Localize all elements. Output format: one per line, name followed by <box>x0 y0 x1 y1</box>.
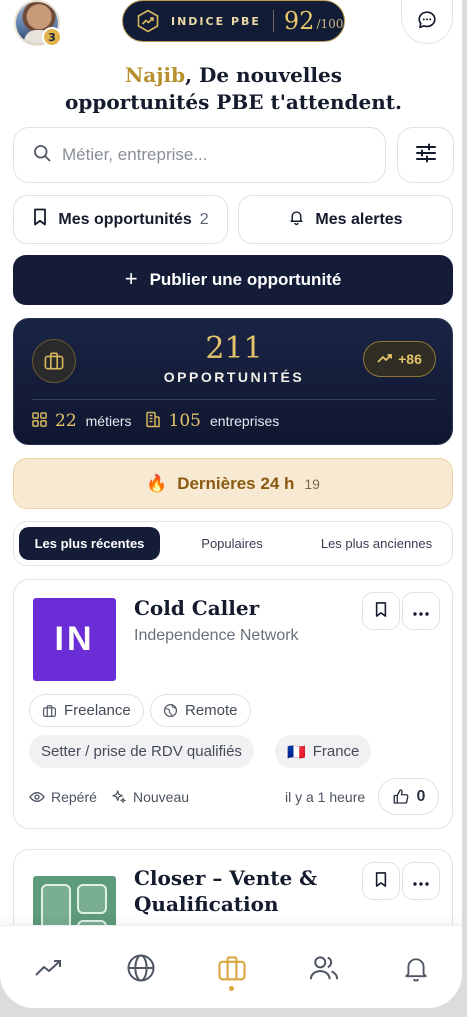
france-flag-icon: 🇫🇷 <box>287 743 306 761</box>
trending-hexagon-icon <box>135 8 161 34</box>
stats-breakdown: 22 métiers 105 entreprises <box>32 409 279 433</box>
plus-icon: + <box>124 266 138 291</box>
my-alerts-label: Mes alertes <box>315 210 403 228</box>
tag-label: Remote <box>185 702 238 719</box>
tag-label: France <box>312 743 360 760</box>
publish-label: Publier une opportunité <box>149 270 342 289</box>
tag-contract-type: Freelance <box>29 694 144 727</box>
search-input[interactable] <box>62 145 362 165</box>
pbe-index-max: /100 <box>316 17 344 31</box>
tab-most-recent[interactable]: Les plus récentes <box>19 527 160 560</box>
thumbs-up-icon <box>393 788 408 804</box>
trend-badge: +86 <box>363 341 436 377</box>
my-opportunities-label: Mes opportunités <box>58 210 192 228</box>
fire-icon: 🔥 <box>146 473 168 493</box>
companies-count: 105 <box>168 411 201 431</box>
opportunity-title: Cold Caller <box>134 596 260 620</box>
bookmark-icon <box>374 601 388 622</box>
sort-tabs: Les plus récentes Populaires Les plus an… <box>13 521 453 566</box>
tag-label: Setter / prise de RDV qualifiés <box>41 743 242 760</box>
latest-count: 19 <box>304 475 320 492</box>
spotted-indicator: Repéré <box>29 787 97 807</box>
opportunity-card[interactable]: IN Cold Caller Independence Network Free… <box>13 579 453 829</box>
sliders-icon <box>414 141 438 169</box>
jobs-label: métiers <box>85 413 132 429</box>
latest-label: Dernières 24 h <box>177 473 295 493</box>
more-horizontal-icon <box>412 602 430 621</box>
tag-category: Setter / prise de RDV qualifiés <box>29 735 254 768</box>
bookmark-icon <box>32 208 58 231</box>
new-label: Nouveau <box>133 789 190 805</box>
avatar-level-badge: 3 <box>42 27 62 47</box>
publish-opportunity-button[interactable]: + Publier une opportunité <box>13 255 453 305</box>
posted-time: il y a 1 heure <box>285 789 366 805</box>
more-options-button[interactable] <box>402 862 440 900</box>
bottom-navigation <box>0 925 462 1008</box>
opportunities-stats-card: 211 OPPORTUNITÉS +86 22 métiers 105 entr… <box>13 318 453 445</box>
my-opportunities-button[interactable]: Mes opportunités 2 <box>13 195 228 244</box>
users-icon <box>309 956 339 980</box>
filters-button[interactable] <box>397 127 454 183</box>
trending-up-icon <box>377 351 398 367</box>
nav-community[interactable] <box>304 948 344 988</box>
my-alerts-button[interactable]: Mes alertes <box>238 195 453 244</box>
nav-notifications[interactable] <box>396 948 436 988</box>
trending-icon <box>35 960 61 976</box>
stats-divider <box>32 399 436 400</box>
my-opportunities-count: 2 <box>199 210 209 228</box>
nav-explore[interactable] <box>121 948 161 988</box>
pbe-index-score: 92 <box>283 7 315 35</box>
company-logo: IN <box>33 598 116 681</box>
pbe-index-pill[interactable]: INDICE PBE 92 /100 <box>122 0 345 42</box>
search-bar <box>13 127 386 183</box>
messages-button[interactable] <box>401 0 453 44</box>
building-icon <box>145 411 161 431</box>
more-options-button[interactable] <box>402 592 440 630</box>
new-indicator: Nouveau <box>111 787 189 807</box>
opportunity-title: Closer – Vente & Qualification <box>134 865 354 917</box>
tab-popular[interactable]: Populaires <box>166 527 298 560</box>
greeting-line-1: Najib, De nouvelles <box>0 62 462 89</box>
company-name: Independence Network <box>134 627 299 644</box>
user-name: Najib <box>125 63 186 87</box>
greeting-text: , De nouvelles <box>185 63 342 87</box>
opportunity-title-line-1: Closer – Vente & <box>134 866 318 890</box>
bookmark-icon <box>374 871 388 892</box>
latest-24h-banner[interactable]: 🔥 Dernières 24 h 19 <box>13 458 453 509</box>
bell-icon <box>288 208 315 231</box>
nav-trending[interactable] <box>29 948 69 988</box>
sparkle-icon <box>112 790 127 804</box>
tag-country: 🇫🇷 France <box>275 735 372 768</box>
eye-icon <box>29 791 45 803</box>
top-bar: 3 INDICE PBE 92 /100 <box>0 0 462 56</box>
search-icon <box>32 143 52 167</box>
active-nav-indicator <box>229 986 234 991</box>
app-screen: 3 INDICE PBE 92 /100 Najib, De nouvelles… <box>0 0 462 1008</box>
jobs-count: 22 <box>55 411 77 431</box>
pbe-index-label: INDICE PBE <box>171 14 261 28</box>
nav-opportunities[interactable] <box>212 948 252 988</box>
briefcase-icon <box>218 956 246 981</box>
bell-icon <box>405 958 427 982</box>
briefcase-icon <box>42 704 57 717</box>
like-count: 0 <box>416 787 426 805</box>
companies-label: entreprises <box>210 413 280 429</box>
more-horizontal-icon <box>412 872 430 891</box>
greeting-heading: Najib, De nouvelles opportunités PBE t'a… <box>0 62 462 116</box>
pbe-divider <box>272 10 274 32</box>
grid-icon <box>32 412 47 430</box>
globe-icon <box>163 703 178 718</box>
greeting-line-2: opportunités PBE t'attendent. <box>65 90 402 114</box>
bookmark-button[interactable] <box>362 592 400 630</box>
like-button[interactable]: 0 <box>378 778 439 815</box>
trend-value: +86 <box>398 351 422 367</box>
opportunity-title-line-2: Qualification <box>134 892 279 916</box>
chat-bubble-icon <box>416 9 438 35</box>
bookmark-button[interactable] <box>362 862 400 900</box>
tag-work-mode: Remote <box>150 694 251 727</box>
spotted-label: Repéré <box>51 789 97 805</box>
tab-oldest[interactable]: Les plus anciennes <box>304 527 449 560</box>
globe-icon <box>127 954 155 982</box>
tag-label: Freelance <box>64 702 131 719</box>
